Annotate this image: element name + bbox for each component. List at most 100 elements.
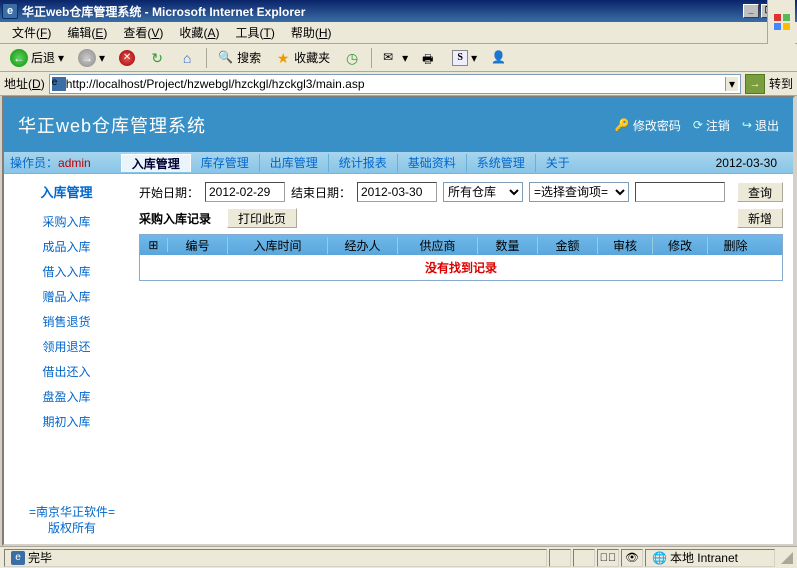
ms-flag-icon: [767, 0, 795, 44]
status-slot-1: [549, 549, 571, 567]
top-nav: 入库管理 库存管理 出库管理 统计报表 基础资料 系统管理 关于: [121, 154, 580, 172]
nav-band: 操作员：admin 入库管理 库存管理 出库管理 统计报表 基础资料 系统管理 …: [4, 152, 793, 174]
main-panel: 开始日期： 结束日期： 所有仓库 =选择查询项= 查询 采购入库记录 打印此页 …: [129, 174, 793, 544]
forward-arrow-icon: →: [78, 49, 96, 67]
exit-link[interactable]: ↪退出: [742, 117, 779, 134]
nav-system[interactable]: 系统管理: [467, 154, 536, 172]
toolbar: ← 后退 ▾ → ▾ ✕ ↻ ⌂ 🔍搜索 ★收藏夹 ◷ ✉▾ 🖶 S▾ 👤: [0, 44, 797, 72]
home-button[interactable]: ⌂: [173, 47, 201, 69]
side-item-initial[interactable]: 期初入库: [8, 409, 125, 434]
refresh-icon: ⟳: [693, 118, 703, 132]
minimize-button[interactable]: _: [743, 4, 759, 18]
statusbar: e 完毕 ☰⃠ 👁 🌐 本地 Intranet: [0, 546, 797, 568]
go-label: 转到: [769, 75, 793, 92]
query-field-select[interactable]: =选择查询项=: [529, 182, 629, 202]
side-item-surplus[interactable]: 盘盈入库: [8, 384, 125, 409]
side-item-salesreturn[interactable]: 销售退货: [8, 309, 125, 334]
col-amount[interactable]: 金额: [538, 237, 598, 254]
section-title: 采购入库记录: [139, 210, 211, 227]
menu-help[interactable]: 帮助(H): [283, 22, 340, 43]
side-item-purchase[interactable]: 采购入库: [8, 209, 125, 234]
col-audit[interactable]: 审核: [598, 237, 653, 254]
menu-tools[interactable]: 工具(T): [227, 22, 282, 43]
side-item-borrowin[interactable]: 借入入库: [8, 259, 125, 284]
col-time[interactable]: 入库时间: [228, 237, 328, 254]
stop-icon: ✕: [119, 50, 135, 66]
messenger-button[interactable]: 👤: [485, 47, 513, 69]
status-privacy-icon[interactable]: 👁: [621, 549, 643, 567]
col-supplier[interactable]: 供应商: [398, 237, 478, 254]
app-header: 华正web仓库管理系统 🔑修改密码 ⟳注销 ↪退出: [4, 98, 793, 152]
grid-body: 没有找到记录: [140, 255, 782, 280]
address-input[interactable]: [66, 77, 725, 91]
refresh-icon: ↻: [149, 50, 165, 66]
menu-edit[interactable]: 编辑(E): [59, 22, 115, 43]
col-operator[interactable]: 经办人: [328, 237, 398, 254]
start-date-input[interactable]: [205, 182, 285, 202]
favorites-button[interactable]: ★收藏夹: [269, 46, 336, 69]
nav-reports[interactable]: 统计报表: [329, 154, 398, 172]
col-id[interactable]: 编号: [168, 237, 228, 254]
app-title: 华正web仓库管理系统: [18, 112, 206, 138]
col-qty[interactable]: 数量: [478, 237, 538, 254]
back-button[interactable]: ← 后退 ▾: [4, 46, 70, 70]
search-button[interactable]: 🔍搜索: [212, 46, 267, 69]
operator-info: 操作员：admin: [10, 154, 91, 171]
refresh-button[interactable]: ↻: [143, 47, 171, 69]
menu-file[interactable]: 文件(F): [4, 22, 59, 43]
search-label: 搜索: [237, 49, 261, 66]
print-icon: 🖶: [422, 50, 438, 66]
mail-button[interactable]: ✉▾: [377, 47, 414, 69]
mail-icon: ✉: [383, 50, 399, 66]
favorites-label: 收藏夹: [294, 49, 330, 66]
history-button[interactable]: ◷: [338, 47, 366, 69]
nav-outbound[interactable]: 出库管理: [260, 154, 329, 172]
print-page-button[interactable]: 打印此页: [227, 208, 297, 228]
menu-view[interactable]: 查看(V): [115, 22, 171, 43]
end-date-input[interactable]: [357, 182, 437, 202]
col-modify[interactable]: 修改: [653, 237, 708, 254]
forward-button[interactable]: → ▾: [72, 46, 111, 70]
nav-inbound[interactable]: 入库管理: [121, 154, 191, 172]
exit-icon: ↪: [742, 118, 752, 132]
star-icon: ★: [275, 50, 291, 66]
addressbar: 地址(D) e ▾ → 转到: [0, 72, 797, 96]
back-arrow-icon: ←: [10, 49, 28, 67]
ie-small-icon: e: [52, 77, 66, 91]
address-dropdown-icon[interactable]: ▾: [725, 77, 738, 91]
back-label: 后退: [31, 49, 55, 66]
eye-icon: 👁: [625, 551, 639, 564]
print-button[interactable]: 🖶: [416, 47, 444, 69]
warehouse-select[interactable]: 所有仓库: [443, 182, 523, 202]
window-titlebar: e 华正web仓库管理系统 - Microsoft Internet Explo…: [0, 0, 797, 22]
address-input-wrapper[interactable]: e ▾: [49, 74, 741, 94]
status-zone: 🌐 本地 Intranet: [645, 549, 775, 567]
edit-button[interactable]: S▾: [446, 47, 483, 69]
nav-about[interactable]: 关于: [536, 154, 580, 172]
end-date-label: 结束日期：: [291, 184, 351, 201]
add-button[interactable]: 新增: [737, 208, 783, 228]
side-item-finished[interactable]: 成品入库: [8, 234, 125, 259]
stop-button[interactable]: ✕: [113, 47, 141, 69]
menubar: 文件(F) 编辑(E) 查看(V) 收藏(A) 工具(T) 帮助(H): [0, 22, 797, 44]
change-password-link[interactable]: 🔑修改密码: [615, 117, 681, 134]
action-row: 采购入库记录 打印此页 新增: [139, 208, 783, 228]
side-item-gift[interactable]: 赠品入库: [8, 284, 125, 309]
records-grid: ⊞ 编号 入库时间 经办人 供应商 数量 金额 审核 修改 删除 没有找到记录: [139, 234, 783, 281]
go-button[interactable]: →: [745, 74, 765, 94]
side-item-lendreturn[interactable]: 借出还入: [8, 359, 125, 384]
edit-icon: S: [452, 50, 468, 66]
sidebar-copyright: =南京华正软件= 版权所有: [12, 504, 132, 536]
search-button[interactable]: 查询: [737, 182, 783, 202]
nav-stock[interactable]: 库存管理: [191, 154, 260, 172]
status-popup-icon[interactable]: ☰⃠: [597, 549, 619, 567]
col-delete[interactable]: 删除: [708, 237, 763, 254]
resize-grip[interactable]: [781, 552, 793, 564]
status-done: e 完毕: [4, 549, 547, 567]
nav-basedata[interactable]: 基础资料: [398, 154, 467, 172]
side-item-usereturn[interactable]: 领用退还: [8, 334, 125, 359]
menu-favorites[interactable]: 收藏(A): [171, 22, 227, 43]
logout-link[interactable]: ⟳注销: [693, 117, 730, 134]
keyword-input[interactable]: [635, 182, 725, 202]
col-expand[interactable]: ⊞: [140, 238, 168, 252]
